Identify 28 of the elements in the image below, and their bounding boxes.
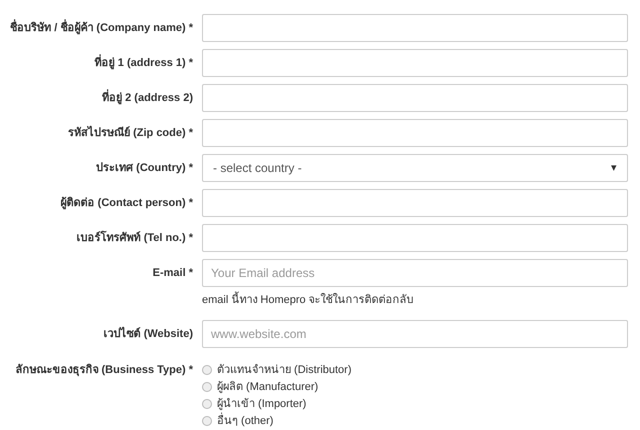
field-label: ที่อยู่ 2 (address 2) xyxy=(0,88,193,108)
field-label: ผู้ติดต่อ (Contact person) * xyxy=(60,196,193,212)
option-label: ตัวแทนจำหน่าย (Distributor) xyxy=(217,362,352,378)
radio-button[interactable] xyxy=(202,365,212,375)
field-label: ลักษณะของธุรกิจ (Business Type) * xyxy=(14,362,193,378)
option-label: ผู้ผลิต (Manufacturer) xyxy=(217,380,318,395)
option-label: ผู้นำเข้า (Importer) xyxy=(217,396,306,412)
radio-button[interactable] xyxy=(202,416,212,426)
option-label: อื่นๆ (other) xyxy=(217,412,274,429)
radio-button[interactable] xyxy=(202,382,212,392)
field-label: ชื่อบริษัท / ชื่อผู้ค้า (Company name) * xyxy=(0,18,193,38)
field-label: เบอร์โทรศัพท์ (Tel no.) * xyxy=(76,230,193,246)
field-label: E-mail * xyxy=(152,266,193,281)
input-field[interactable]: www.website.com xyxy=(202,320,628,348)
input-field[interactable]: Your Email address xyxy=(202,259,628,287)
input-field[interactable] xyxy=(202,224,628,252)
field-label: ที่อยู่ 1 (address 1) * xyxy=(0,53,193,73)
input-field[interactable] xyxy=(202,14,628,42)
field-label: รหัสไปรษณีย์ (Zip code) * xyxy=(67,124,193,141)
field-label: เวปไซต์ (Website) xyxy=(102,326,193,342)
country-select[interactable]: - select country - ▾ xyxy=(202,154,628,182)
field-label: ประเทศ (Country) * xyxy=(95,161,193,176)
input-field[interactable] xyxy=(202,189,628,217)
help-text: email นี้ทาง Homepro จะใช้ในการติดต่อกลับ xyxy=(202,292,640,308)
radio-button[interactable] xyxy=(202,399,212,409)
input-field[interactable] xyxy=(202,49,628,77)
input-field[interactable] xyxy=(202,119,628,147)
input-field[interactable] xyxy=(202,84,628,112)
